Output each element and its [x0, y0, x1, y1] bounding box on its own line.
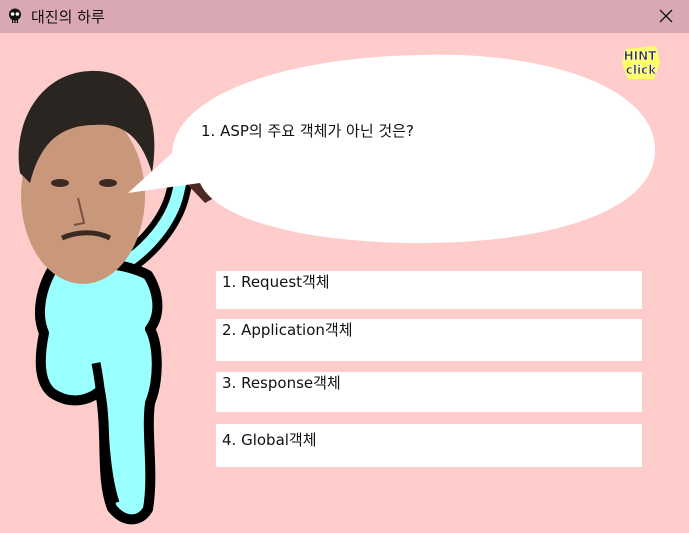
hint-button[interactable]: HINT click	[618, 43, 664, 83]
answer-label: 1. Request객체	[222, 273, 330, 291]
answer-label: 2. Application객체	[222, 321, 353, 339]
app-window: 대진의 하루 1. ASP의 주요 객체가 아닌 것은? HINT click …	[0, 0, 689, 533]
window-title: 대진의 하루	[31, 8, 105, 26]
answer-option-1[interactable]: 1. Request객체	[216, 271, 642, 309]
answer-option-4[interactable]: 4. Global객체	[216, 424, 642, 467]
hint-icon: HINT click	[622, 46, 660, 79]
answer-label: 4. Global객체	[222, 431, 317, 449]
title-bar[interactable]: 대진의 하루	[0, 0, 689, 33]
svg-text:click: click	[626, 63, 657, 77]
game-content: 1. ASP의 주요 객체가 아닌 것은? HINT click 1. Requ…	[0, 33, 689, 533]
answer-label: 3. Response객체	[222, 374, 341, 392]
skull-icon	[9, 8, 21, 23]
svg-text:HINT: HINT	[624, 49, 658, 63]
answer-option-3[interactable]: 3. Response객체	[216, 372, 642, 412]
close-button[interactable]	[643, 0, 689, 33]
speech-bubble	[128, 54, 656, 243]
close-icon	[659, 9, 673, 23]
answer-option-2[interactable]: 2. Application객체	[216, 319, 642, 361]
question-text: 1. ASP의 주요 객체가 아닌 것은?	[201, 122, 414, 140]
